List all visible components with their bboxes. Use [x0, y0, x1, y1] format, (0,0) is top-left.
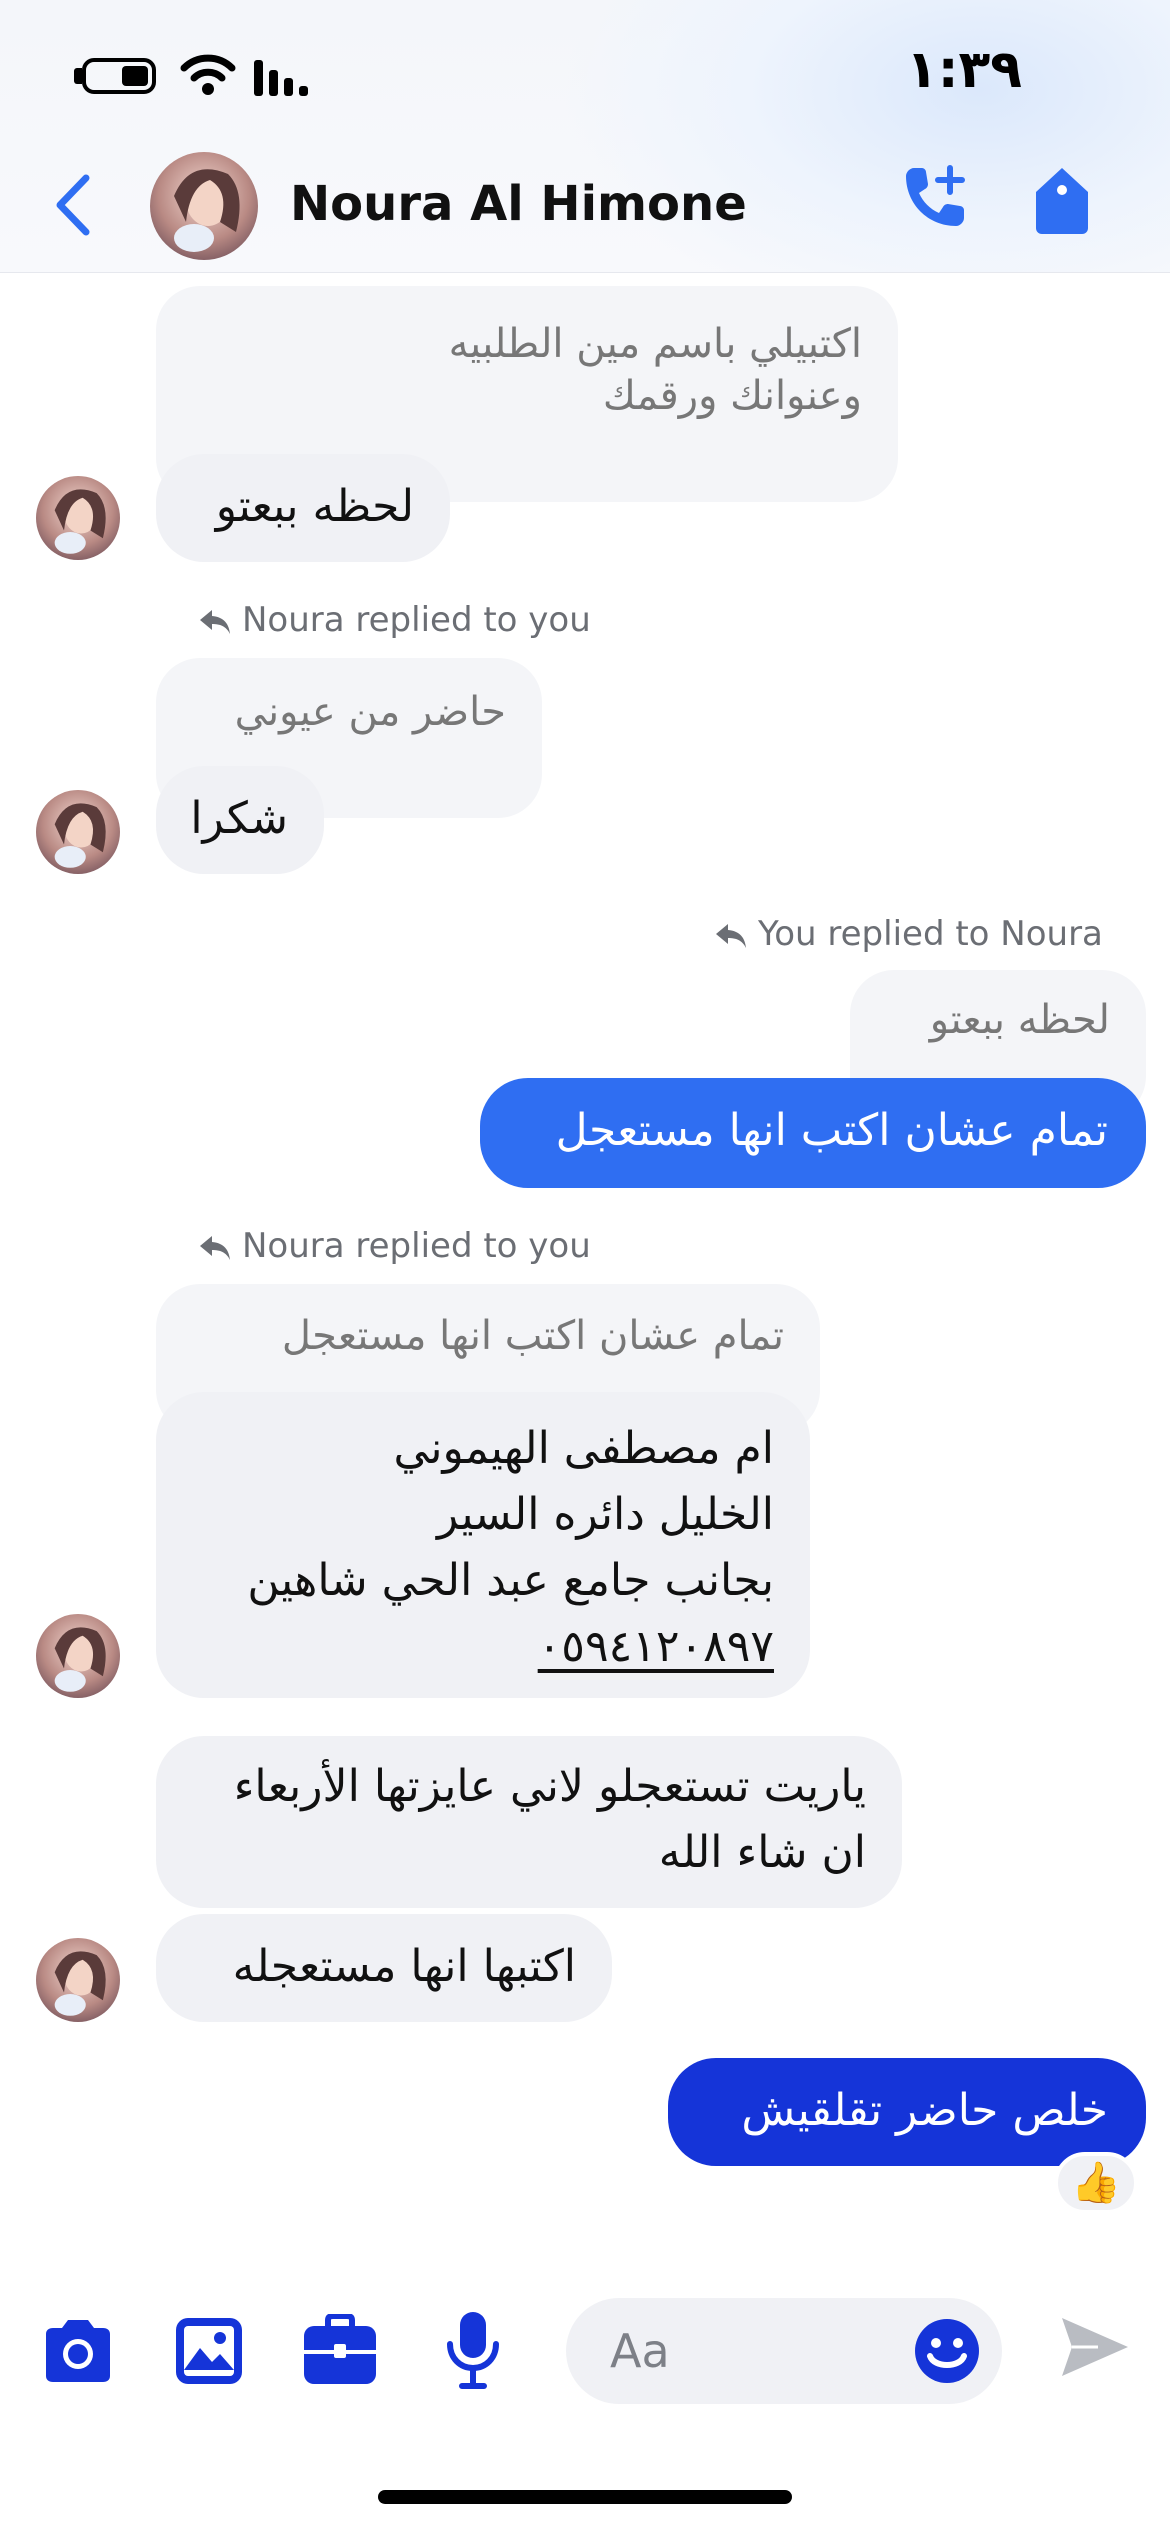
contact-avatar[interactable]: [150, 152, 258, 260]
message-text: تمام عشان اكتب انها مستعجل: [555, 1105, 1108, 1156]
incoming-message[interactable]: لحظه ببعتو: [156, 454, 450, 562]
message-text: شكرا: [190, 793, 288, 844]
message-text: لحظه ببعتو: [215, 481, 414, 532]
phone-number-link[interactable]: ٠٥٩٤١٢٠٨٩٧: [192, 1614, 774, 1680]
sender-avatar[interactable]: [36, 1614, 120, 1698]
message-text-line: بجانب جامع عبد الحي شاهين: [247, 1555, 774, 1606]
back-chevron-icon[interactable]: [52, 172, 92, 238]
tag-icon[interactable]: [1032, 166, 1092, 236]
message-text-line: ياريت تستعجلو لاني عايزتها الأربعاء: [233, 1761, 866, 1812]
reply-arrow-icon: [200, 1235, 230, 1260]
battery-tip: [74, 68, 82, 84]
status-time: ١:٣٩: [905, 40, 1022, 100]
home-indicator: [378, 2490, 792, 2504]
gallery-icon[interactable]: [174, 2316, 244, 2386]
reply-label: Noura replied to you: [198, 600, 591, 640]
quoted-text-line: اكتبيلي باسم مين الطلبيه: [448, 321, 862, 367]
emoji-icon[interactable]: [914, 2318, 980, 2384]
reply-label: Noura replied to you: [198, 1226, 591, 1266]
wifi-icon: [180, 54, 236, 95]
outgoing-message[interactable]: تمام عشان اكتب انها مستعجل: [480, 1078, 1146, 1188]
reply-label-text: Noura replied to you: [242, 600, 591, 640]
incoming-message[interactable]: ياريت تستعجلو لاني عايزتها الأربعاء ان ش…: [156, 1736, 902, 1908]
message-text-line: ام مصطفى الهيموني: [393, 1423, 774, 1474]
quoted-text: لحظه ببعتو: [929, 997, 1110, 1043]
camera-icon[interactable]: [40, 2318, 116, 2384]
incoming-message[interactable]: شكرا: [156, 766, 324, 874]
cellular-signal-icon: [254, 60, 308, 96]
message-input-placeholder: Aa: [610, 2324, 670, 2378]
thumbs-up-reaction-icon: 👍: [1071, 2160, 1121, 2206]
battery-icon: [82, 58, 156, 94]
quoted-text: حاضر من عيوني: [234, 689, 506, 735]
message-input[interactable]: Aa: [566, 2298, 1002, 2404]
outgoing-message[interactable]: خلص حاضر تقلقيش: [668, 2058, 1146, 2166]
briefcase-icon[interactable]: [302, 2314, 378, 2386]
reply-label: You replied to Noura: [714, 914, 1103, 954]
incoming-message[interactable]: ام مصطفى الهيموني الخليل دائره السير بجا…: [156, 1392, 810, 1698]
sender-avatar[interactable]: [36, 476, 120, 560]
send-icon[interactable]: [1058, 2314, 1130, 2380]
status-bar: ١:٣٩: [0, 0, 1170, 150]
sender-avatar[interactable]: [36, 1938, 120, 2022]
message-text-line: الخليل دائره السير: [436, 1489, 774, 1540]
reply-arrow-icon: [200, 609, 230, 634]
reply-label-text: You replied to Noura: [758, 914, 1103, 954]
reply-label-text: Noura replied to you: [242, 1226, 591, 1266]
message-text: خلص حاضر تقلقيش: [741, 2085, 1108, 2136]
contact-name[interactable]: Noura Al Himone: [290, 176, 747, 232]
microphone-icon[interactable]: [444, 2310, 502, 2390]
reply-arrow-icon: [716, 923, 746, 948]
audio-call-add-icon[interactable]: [896, 162, 972, 238]
quoted-text: تمام عشان اكتب انها مستعجل: [281, 1313, 784, 1359]
message-text: اكتبها انها مستعجله: [232, 1941, 576, 1992]
message-text-line: ان شاء الله: [658, 1827, 866, 1878]
incoming-message[interactable]: اكتبها انها مستعجله: [156, 1914, 612, 2022]
quoted-text-line: وعنوانك ورقمك: [602, 373, 862, 419]
sender-avatar[interactable]: [36, 790, 120, 874]
reaction-badge[interactable]: 👍: [1054, 2152, 1138, 2214]
